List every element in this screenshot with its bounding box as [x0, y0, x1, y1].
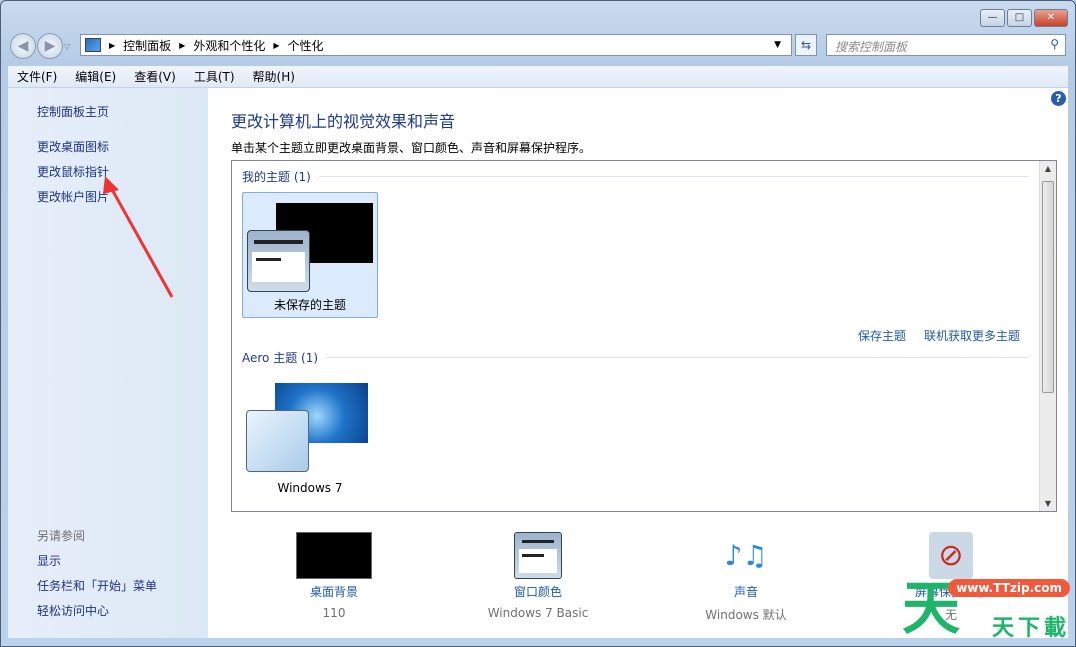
menu-tools[interactable]: 工具(T) [185, 68, 244, 85]
theme-name: Windows 7 [277, 481, 343, 495]
menu-view[interactable]: 查看(V) [125, 68, 185, 85]
search-icon: ⚲ [1050, 37, 1059, 51]
nav-buttons: ◀ ▶ ▽ [10, 33, 70, 59]
screensaver-icon: ⊘ [929, 532, 973, 579]
theme-preview-window [247, 230, 310, 292]
red-arrow-annotation [103, 176, 174, 298]
help-icon[interactable]: ? [1051, 91, 1066, 106]
desktop-background-icon [296, 532, 372, 579]
scroll-up-arrow[interactable]: ▲ [1040, 164, 1056, 173]
theme-windows-7[interactable]: Windows 7 [242, 373, 378, 499]
aero-themes-header: Aero 主题 (1) [242, 349, 1028, 366]
window-controls: — □ ✕ [980, 9, 1068, 27]
menu-file[interactable]: 文件(F) [8, 68, 66, 85]
theme-list: 我的主题 (1) 未保存的主题 保存主题 联机获取更多主题 Aero 主题 (1)… [231, 160, 1057, 512]
recent-pages-dropdown[interactable]: ▽ [64, 42, 70, 51]
see-also-ease-of-access[interactable]: 轻松访问中心 [37, 602, 109, 619]
theme-links: 保存主题 联机获取更多主题 [840, 327, 1020, 344]
watermark: 天 www.TTzip.com 天下載 [902, 574, 1072, 642]
window-color-item[interactable]: 窗口颜色 Windows 7 Basic [458, 532, 618, 620]
minimize-button[interactable]: — [980, 9, 1005, 27]
close-button[interactable]: ✕ [1034, 9, 1068, 27]
breadcrumb-item[interactable]: 外观和个性化 [193, 37, 265, 54]
my-themes-header: 我的主题 (1) [242, 168, 1028, 185]
menu-edit[interactable]: 编辑(E) [66, 68, 125, 85]
refresh-button[interactable]: ⇆ [795, 34, 817, 56]
menu-bar: 文件(F) 编辑(E) 查看(V) 工具(T) 帮助(H) [8, 66, 1068, 88]
theme-unsaved[interactable]: 未保存的主题 [242, 192, 378, 318]
page-title: 更改计算机上的视觉效果和声音 [231, 112, 456, 131]
desktop-background-item[interactable]: 桌面背景 110 [254, 532, 414, 620]
page-description: 单击某个主题立即更改桌面背景、窗口颜色、声音和屏幕保护程序。 [231, 141, 592, 155]
sound-item[interactable]: ♪♫ 声音 Windows 默认 [666, 532, 826, 623]
control-panel-icon [85, 38, 101, 52]
theme-name: 未保存的主题 [273, 298, 346, 312]
maximize-button[interactable]: □ [1007, 9, 1032, 27]
watermark-text: 天下載 [991, 616, 1070, 641]
sound-icon: ♪♫ [724, 539, 768, 572]
watermark-url: www.TTzip.com [948, 579, 1070, 597]
scrollbar-thumb[interactable] [1042, 181, 1054, 393]
theme-preview-window [246, 410, 309, 472]
scrollbar[interactable]: ▲ ▼ [1039, 161, 1056, 511]
address-bar[interactable]: ▶ 控制面板 ▶ 外观和个性化 ▶ 个性化 ▼ [80, 34, 792, 56]
window-color-icon [514, 532, 562, 579]
scroll-down-arrow[interactable]: ▼ [1040, 499, 1056, 508]
see-also-taskbar[interactable]: 任务栏和「开始」菜单 [37, 577, 157, 594]
save-theme-link[interactable]: 保存主题 [858, 329, 906, 343]
forward-button[interactable]: ▶ [37, 33, 63, 59]
address-dropdown-icon[interactable]: ▼ [774, 40, 781, 50]
breadcrumb-item[interactable]: 个性化 [288, 37, 324, 54]
sidebar-home[interactable]: 控制面板主页 [37, 103, 109, 120]
menu-help[interactable]: 帮助(H) [244, 68, 304, 85]
sidebar-desktop-icons[interactable]: 更改桌面图标 [37, 138, 109, 155]
main-content: ? 更改计算机上的视觉效果和声音 单击某个主题立即更改桌面背景、窗口颜色、声音和… [208, 88, 1068, 638]
back-button[interactable]: ◀ [10, 33, 36, 59]
see-also-display[interactable]: 显示 [37, 552, 61, 569]
breadcrumb-item[interactable]: 控制面板 [123, 37, 171, 54]
get-more-themes-link[interactable]: 联机获取更多主题 [924, 329, 1020, 343]
search-input[interactable]: 搜索控制面板 ⚲ [826, 34, 1066, 56]
see-also-label: 另请参阅 [37, 529, 86, 543]
